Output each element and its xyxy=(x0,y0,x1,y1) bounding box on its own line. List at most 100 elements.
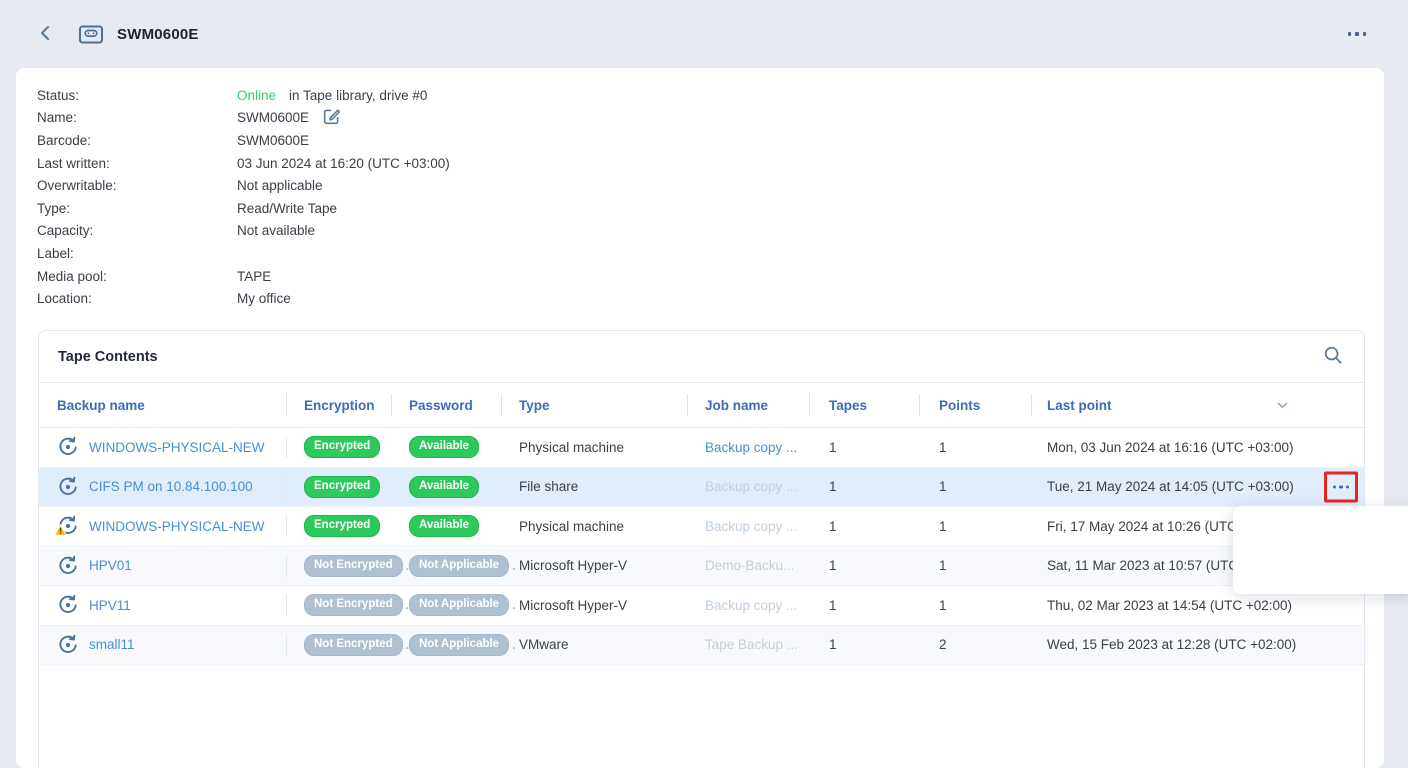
topbar: SWM0600E xyxy=(0,0,1408,68)
encryption-cell: Not Encrypted .. xyxy=(286,626,391,665)
restore-points-icon xyxy=(57,476,79,498)
backup-name-link[interactable]: WINDOWS-PHYSICAL-NEW xyxy=(89,519,265,534)
password-cell: Available xyxy=(391,507,501,546)
detail-value: TAPE xyxy=(237,269,271,284)
job-name-cell: Tape Backup ... xyxy=(687,626,809,665)
job-name-link[interactable]: Demo-Backu... xyxy=(705,558,794,573)
column-header-backup-name[interactable]: Backup name xyxy=(39,383,286,427)
row-actions-button[interactable] xyxy=(1324,471,1358,502)
password-cell: Available xyxy=(391,468,501,507)
backup-name-cell: small11 xyxy=(39,626,286,665)
column-header-last-point[interactable]: Last point xyxy=(1031,383,1364,427)
backup-name-cell: HPV11 xyxy=(39,586,286,625)
detail-row: Last written: 03 Jun 2024 at 16:20 (UTC … xyxy=(37,152,1384,175)
table-row[interactable]: WINDOWS-PHYSICAL-NEW Encrypted Available… xyxy=(39,428,1364,468)
column-header-encryption[interactable]: Encryption xyxy=(286,383,391,427)
job-name-link[interactable]: Backup copy ... xyxy=(705,479,797,494)
password-badge: Not Applicable xyxy=(409,594,509,616)
chevron-left-icon xyxy=(38,25,52,44)
detail-label: Last written: xyxy=(37,156,237,171)
tape-details-list: Status: Online in Tape library, drive #0… xyxy=(16,68,1384,310)
encryption-badge: Not Encrypted xyxy=(304,555,403,577)
table-row[interactable]: HPV11 Not Encrypted .. Not Applicable . … xyxy=(39,586,1364,626)
search-button[interactable] xyxy=(1321,343,1345,370)
tape-cassette-icon xyxy=(78,24,104,45)
table-row[interactable]: WINDOWS-PHYSICAL-NEW Encrypted Available… xyxy=(39,507,1364,547)
tapes-cell: 1 xyxy=(809,547,919,586)
detail-row: Media pool: TAPE xyxy=(37,265,1384,288)
job-name-cell: Demo-Backu... xyxy=(687,547,809,586)
table-row[interactable]: small11 Not Encrypted .. Not Applicable … xyxy=(39,626,1364,666)
page-menu-button[interactable] xyxy=(1342,26,1373,42)
last-point-value: Sat, 11 Mar 2023 at 10:57 (UTC + xyxy=(1047,558,1250,573)
detail-value: in Tape library, drive #0 xyxy=(289,88,427,103)
type-cell: Microsoft Hyper-V xyxy=(501,547,687,586)
backup-name-link[interactable]: CIFS PM on 10.84.100.100 xyxy=(89,479,253,494)
backup-name-link[interactable]: WINDOWS-PHYSICAL-NEW xyxy=(89,440,265,455)
panel-header: Tape Contents xyxy=(39,331,1364,383)
warning-icon xyxy=(54,524,67,539)
context-menu-item[interactable] xyxy=(1233,515,1408,550)
backup-name-cell: WINDOWS-PHYSICAL-NEW xyxy=(39,428,286,467)
detail-label: Media pool: xyxy=(37,269,237,284)
ellipsis-icon xyxy=(1333,485,1349,488)
backup-name-link[interactable]: HPV01 xyxy=(89,558,132,573)
column-header-job-name[interactable]: Job name xyxy=(687,383,809,427)
backup-name-link[interactable]: HPV11 xyxy=(89,598,131,613)
detail-value: 03 Jun 2024 at 16:20 (UTC +03:00) xyxy=(237,156,450,171)
type-cell: VMware xyxy=(501,626,687,665)
points-cell: 1 xyxy=(919,507,1031,546)
last-point-value: Fri, 17 May 2024 at 10:26 (UTC + xyxy=(1047,519,1248,534)
backup-name-link[interactable]: small11 xyxy=(89,637,135,652)
detail-value: Read/Write Tape xyxy=(237,201,337,216)
detail-label: Capacity: xyxy=(37,223,237,238)
detail-label: Type: xyxy=(37,201,237,216)
encryption-cell: Not Encrypted .. xyxy=(286,547,391,586)
restore-points-icon xyxy=(57,436,79,458)
details-card: Status: Online in Tape library, drive #0… xyxy=(16,68,1384,768)
type-cell: Physical machine xyxy=(501,507,687,546)
restore-points-icon xyxy=(57,594,79,616)
password-badge: Available xyxy=(409,436,479,458)
encryption-badge: Encrypted xyxy=(304,436,380,458)
backup-name-cell: WINDOWS-PHYSICAL-NEW xyxy=(39,507,286,546)
detail-row: Name: SWM0600E xyxy=(37,107,1384,130)
column-header-points[interactable]: Points xyxy=(919,383,1031,427)
restore-points-icon xyxy=(57,515,79,537)
table-header: Backup name Encryption Password Type Job… xyxy=(39,383,1364,428)
detail-row: Location: My office xyxy=(37,287,1384,310)
type-cell: Microsoft Hyper-V xyxy=(501,586,687,625)
job-name-link[interactable]: Backup copy ... xyxy=(705,598,797,613)
job-name-link[interactable]: Backup copy ... xyxy=(705,440,797,455)
ellipsis-icon xyxy=(1348,32,1367,36)
table-row[interactable]: CIFS PM on 10.84.100.100 Encrypted Avail… xyxy=(39,468,1364,508)
back-button[interactable] xyxy=(34,21,56,48)
job-name-link[interactable]: Tape Backup ... xyxy=(705,637,798,652)
restore-points-icon xyxy=(57,555,79,577)
type-cell: File share xyxy=(501,468,687,507)
password-badge: Not Applicable xyxy=(409,634,509,656)
column-header-password[interactable]: Password xyxy=(391,383,501,427)
tapes-cell: 1 xyxy=(809,507,919,546)
column-header-tapes[interactable]: Tapes xyxy=(809,383,919,427)
tape-details-page: SWM0600E Status: Online in Tape library,… xyxy=(0,0,1408,768)
password-cell: Not Applicable . xyxy=(391,547,501,586)
tapes-cell: 1 xyxy=(809,626,919,665)
detail-label: Barcode: xyxy=(37,133,237,148)
edit-name-button[interactable] xyxy=(322,107,341,129)
job-name-link[interactable]: Backup copy ... xyxy=(705,519,797,534)
page-title: SWM0600E xyxy=(117,26,199,43)
password-cell: Available xyxy=(391,428,501,467)
detail-value: My office xyxy=(237,291,291,306)
detail-label: Location: xyxy=(37,291,237,306)
context-menu xyxy=(1233,506,1408,594)
tape-contents-panel: Tape Contents Backup name Encryption Pas… xyxy=(38,330,1365,768)
context-menu-item[interactable] xyxy=(1233,550,1408,585)
password-badge: Available xyxy=(409,476,479,498)
sort-chevron-down-icon[interactable] xyxy=(1277,402,1288,409)
column-header-type[interactable]: Type xyxy=(501,383,687,427)
encryption-cell: Not Encrypted .. xyxy=(286,586,391,625)
table-row[interactable]: HPV01 Not Encrypted .. Not Applicable . … xyxy=(39,547,1364,587)
last-point-cell: Wed, 15 Feb 2023 at 12:28 (UTC +02:00) xyxy=(1031,626,1364,665)
detail-row: Type: Read/Write Tape xyxy=(37,197,1384,220)
